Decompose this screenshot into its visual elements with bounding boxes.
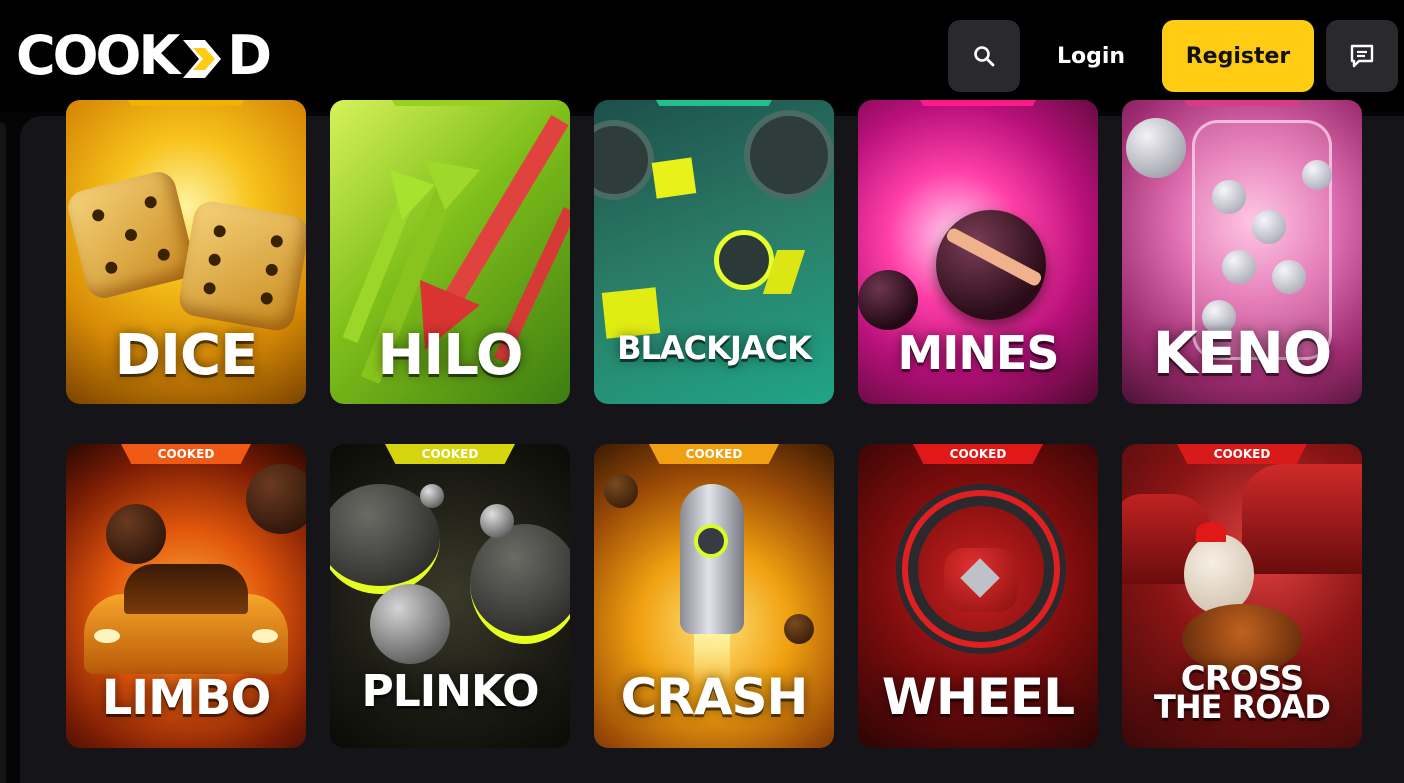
game-title: CROSS THE ROAD bbox=[1122, 662, 1362, 727]
cooked-tag: COOKED bbox=[649, 444, 779, 464]
game-card-dice[interactable]: DICE bbox=[66, 100, 306, 404]
game-card-mines[interactable]: MINES bbox=[858, 100, 1098, 404]
left-sidebar-edge bbox=[0, 122, 6, 783]
game-title: KENO bbox=[1152, 319, 1332, 387]
cooked-tag: COOKED bbox=[121, 444, 251, 464]
game-title: CRASH bbox=[620, 668, 809, 726]
game-tag bbox=[121, 100, 251, 106]
game-title-line-2: THE ROAD bbox=[1154, 688, 1331, 727]
game-card-limbo[interactable]: COOKED LIMBO bbox=[66, 444, 306, 748]
cooked-tag: COOKED bbox=[385, 444, 515, 464]
game-title: WHEEL bbox=[881, 668, 1075, 726]
search-button[interactable] bbox=[948, 20, 1020, 92]
game-title: HILO bbox=[377, 323, 524, 388]
game-card-plinko[interactable]: COOKED PLINKO bbox=[330, 444, 570, 748]
game-tag bbox=[385, 100, 515, 106]
game-card-crash[interactable]: COOKED CRASH bbox=[594, 444, 834, 748]
game-tag bbox=[1177, 100, 1307, 106]
register-button[interactable]: Register bbox=[1162, 20, 1314, 92]
logo-text-start: COOK bbox=[16, 24, 180, 87]
game-card-cross-the-road[interactable]: COOKED CROSS THE ROAD bbox=[1122, 444, 1362, 748]
game-tag bbox=[913, 100, 1043, 106]
cooked-tag: COOKED bbox=[913, 444, 1043, 464]
chat-button[interactable] bbox=[1326, 20, 1398, 92]
game-title: LIMBO bbox=[101, 670, 272, 726]
game-title: MINES bbox=[897, 326, 1060, 380]
chat-icon bbox=[1350, 44, 1374, 68]
game-card-wheel[interactable]: COOKED WHEEL bbox=[858, 444, 1098, 748]
game-tag bbox=[649, 100, 779, 106]
cooked-tag: COOKED bbox=[1177, 444, 1307, 464]
game-card-keno[interactable]: KENO bbox=[1122, 100, 1362, 404]
login-button[interactable]: Login bbox=[1040, 20, 1142, 92]
game-title: BLACKJACK bbox=[617, 329, 812, 367]
game-card-blackjack[interactable]: BLACKJACK bbox=[594, 100, 834, 404]
top-header: COOK D Login Register bbox=[0, 0, 1404, 112]
game-card-hilo[interactable]: HILO bbox=[330, 100, 570, 404]
search-icon bbox=[974, 46, 995, 67]
logo-text-end: D bbox=[227, 24, 272, 87]
logo-chevron-icon bbox=[179, 36, 225, 82]
game-title: DICE bbox=[114, 323, 259, 388]
cooked-logo[interactable]: COOK D bbox=[16, 24, 272, 87]
game-title: PLINKO bbox=[361, 666, 539, 717]
